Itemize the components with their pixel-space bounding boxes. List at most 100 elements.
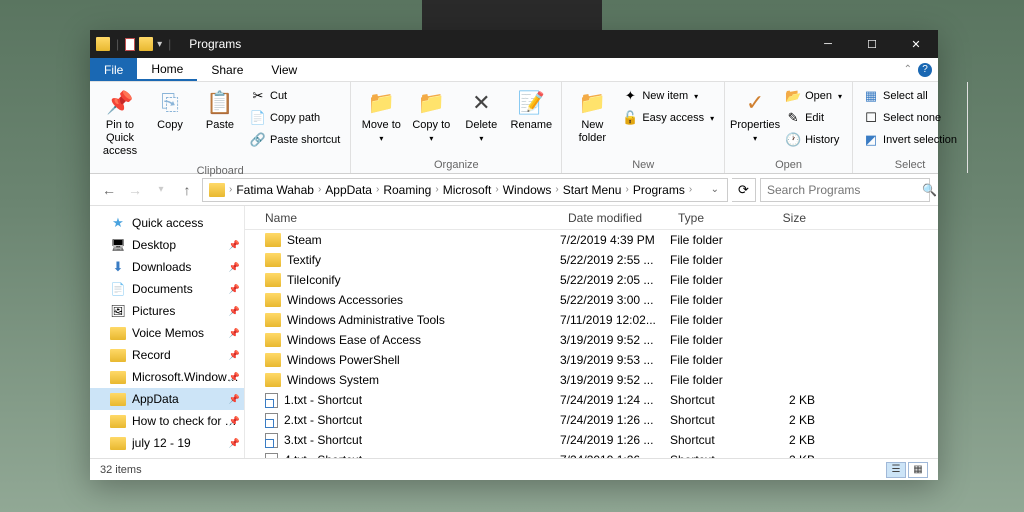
file-row[interactable]: TileIconify5/22/2019 2:05 ...File folder (245, 270, 938, 290)
window-title: Programs (189, 37, 241, 51)
file-row[interactable]: Windows Administrative Tools7/11/2019 12… (245, 310, 938, 330)
file-type: File folder (670, 333, 745, 347)
file-row[interactable]: Windows Ease of Access3/19/2019 9:52 ...… (245, 330, 938, 350)
pin-icon: 📌 (229, 262, 240, 273)
file-date: 3/19/2019 9:53 ... (560, 353, 670, 367)
recent-dropdown[interactable]: ▾ (150, 179, 172, 201)
file-type: File folder (670, 273, 745, 287)
sidebar-item[interactable]: Screenshots📌 (90, 454, 244, 458)
history-button[interactable]: 🕐History (781, 129, 846, 151)
pin-icon: 📌 (229, 416, 240, 427)
copy-button[interactable]: ⎘Copy (146, 85, 194, 136)
properties-button[interactable]: ✓Properties▾ (731, 85, 779, 148)
shortcut-icon: 🔗 (250, 132, 266, 148)
invert-selection-button[interactable]: ◩Invert selection (859, 129, 961, 151)
sidebar[interactable]: ★Quick access🖥Desktop📌 ⬇ Downloads 📌 📄Docume… (90, 206, 245, 458)
file-name: Windows Accessories (287, 293, 403, 307)
col-date[interactable]: Date modified (560, 211, 670, 225)
col-size[interactable]: Size (745, 211, 815, 225)
folder-icon: 📁 (578, 89, 606, 117)
minimize-button[interactable]: ─ (806, 30, 850, 58)
breadcrumb[interactable]: › Fatima Wahab›AppData›Roaming›Microsoft… (202, 178, 728, 202)
download-icon: ⬇ (110, 259, 126, 275)
col-type[interactable]: Type (670, 211, 745, 225)
rename-button[interactable]: 📝Rename (507, 85, 555, 136)
group-label: Select (859, 157, 961, 173)
file-row[interactable]: 2.txt - Shortcut7/24/2019 1:26 ...Shortc… (245, 410, 938, 430)
sidebar-item[interactable]: Record📌 (90, 344, 244, 366)
file-row[interactable]: Windows System3/19/2019 9:52 ...File fol… (245, 370, 938, 390)
breadcrumb-segment[interactable]: Start Menu (559, 183, 626, 197)
move-to-button[interactable]: 📁Move to▾ (357, 85, 405, 148)
folder-icon (110, 391, 126, 407)
file-row[interactable]: Windows PowerShell3/19/2019 9:53 ...File… (245, 350, 938, 370)
file-row[interactable]: Windows Accessories5/22/2019 3:00 ...Fil… (245, 290, 938, 310)
tab-home[interactable]: Home (137, 58, 197, 81)
edit-button[interactable]: ✎Edit (781, 107, 846, 129)
chevron-down-icon[interactable]: ▾ (157, 39, 162, 50)
breadcrumb-segment[interactable]: Windows (499, 183, 556, 197)
file-row[interactable]: Textify5/22/2019 2:55 ...File folder (245, 250, 938, 270)
icons-view-button[interactable]: ▦ (908, 462, 928, 478)
forward-button[interactable]: → (124, 179, 146, 201)
file-type: File folder (670, 253, 745, 267)
col-name[interactable]: Name (245, 211, 560, 225)
tab-share[interactable]: Share (197, 58, 257, 81)
up-button[interactable]: ↑ (176, 179, 198, 201)
file-row[interactable]: 1.txt - Shortcut7/24/2019 1:24 ...Shortc… (245, 390, 938, 410)
close-button[interactable]: ✕ (894, 30, 938, 58)
doc-icon (125, 38, 135, 51)
breadcrumb-segment[interactable]: Programs (629, 183, 689, 197)
statusbar: 32 items ☰ ▦ (90, 458, 938, 480)
paste-shortcut-button[interactable]: 🔗Paste shortcut (246, 129, 344, 151)
sidebar-item[interactable]: ⬇ Downloads 📌 (90, 256, 244, 278)
sidebar-item[interactable]: AppData📌 (90, 388, 244, 410)
file-list[interactable]: Steam7/2/2019 4:39 PMFile folderTextify5… (245, 230, 938, 458)
file-type: File folder (670, 313, 745, 327)
maximize-button[interactable]: ☐ (850, 30, 894, 58)
pin-quick-access-button[interactable]: 📌Pin to Quick access (96, 85, 144, 163)
help-icon[interactable]: ? (918, 63, 932, 77)
sidebar-item[interactable]: 🖼Pictures📌 (90, 300, 244, 322)
sidebar-item[interactable]: Microsoft.WindowsTerminal📌 (90, 366, 244, 388)
sidebar-item[interactable]: Voice Memos📌 (90, 322, 244, 344)
file-menu[interactable]: File (90, 58, 137, 81)
delete-button[interactable]: ✕Delete▾ (457, 85, 505, 148)
pin-icon: 📌 (106, 89, 134, 117)
paste-button[interactable]: 📋Paste (196, 85, 244, 136)
breadcrumb-segment[interactable]: AppData (321, 183, 376, 197)
collapse-ribbon-icon[interactable]: ⌃ (904, 64, 912, 75)
sidebar-label: AppData (132, 392, 179, 406)
file-name: Windows PowerShell (287, 353, 400, 367)
search-box[interactable]: 🔍 (760, 178, 930, 202)
folder-icon (96, 37, 110, 51)
sidebar-label: Downloads (132, 260, 191, 274)
select-none-button[interactable]: ☐Select none (859, 107, 961, 129)
file-row[interactable]: Steam7/2/2019 4:39 PMFile folder (245, 230, 938, 250)
breadcrumb-dropdown[interactable]: ⌄ (705, 184, 725, 195)
copy-to-button[interactable]: 📁Copy to▾ (407, 85, 455, 148)
open-button[interactable]: 📂Open▾ (781, 85, 846, 107)
back-button[interactable]: ← (98, 179, 120, 201)
cut-button[interactable]: ✂Cut (246, 85, 344, 107)
sidebar-item[interactable]: 🖥Desktop📌 (90, 234, 244, 256)
details-view-button[interactable]: ☰ (886, 462, 906, 478)
breadcrumb-segment[interactable]: Roaming (379, 183, 435, 197)
sidebar-item[interactable]: 📄Documents📌 (90, 278, 244, 300)
breadcrumb-segment[interactable]: Microsoft (439, 183, 496, 197)
copy-path-button[interactable]: 📄Copy path (246, 107, 344, 129)
new-item-button[interactable]: ✦New item▾ (618, 85, 718, 107)
select-all-button[interactable]: ▦Select all (859, 85, 961, 107)
search-input[interactable] (767, 183, 922, 197)
file-row[interactable]: 4.txt - Shortcut7/24/2019 1:26 ...Shortc… (245, 450, 938, 458)
easy-access-button[interactable]: 🔓Easy access▾ (618, 107, 718, 129)
new-folder-button[interactable]: 📁New folder (568, 85, 616, 149)
refresh-button[interactable]: ⟳ (732, 178, 756, 202)
sidebar-item[interactable]: july 12 - 19📌 (90, 432, 244, 454)
breadcrumb-segment[interactable]: Fatima Wahab (232, 183, 318, 197)
sidebar-item[interactable]: How to check for Trusted📌 (90, 410, 244, 432)
file-row[interactable]: 3.txt - Shortcut7/24/2019 1:26 ...Shortc… (245, 430, 938, 450)
titlebar: | ▾ | Programs ─ ☐ ✕ (90, 30, 938, 58)
sidebar-item[interactable]: ★Quick access (90, 212, 244, 234)
tab-view[interactable]: View (257, 58, 311, 81)
